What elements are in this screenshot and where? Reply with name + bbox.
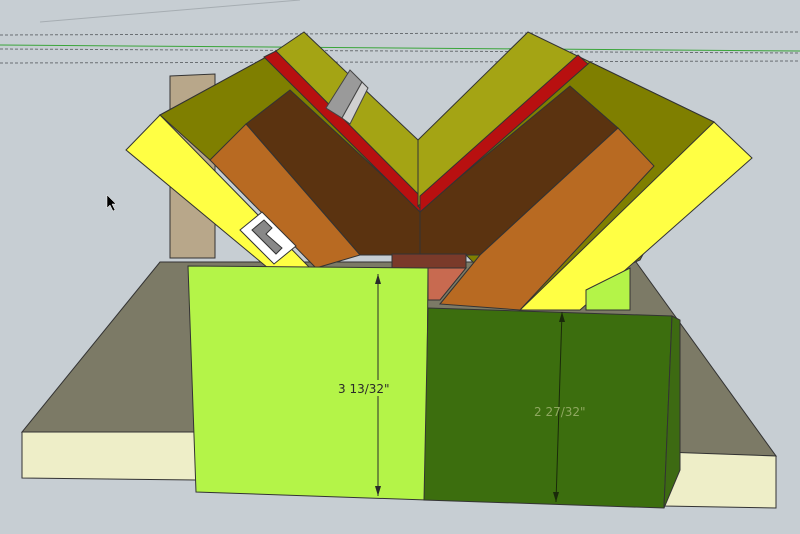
table-front-edge-right: [663, 451, 777, 509]
guide-lines: [0, 0, 800, 64]
table-front-edge: [21, 431, 197, 481]
left-dimension-label: 3 13/32": [338, 382, 390, 396]
lime-panel: 3 13/32": [187, 265, 429, 501]
model-scene: 3 13/32" 2 27/32": [0, 0, 800, 509]
3d-model-viewport[interactable]: 3 13/32" 2 27/32": [0, 0, 800, 534]
green-panel: 2 27/32": [423, 307, 681, 509]
right-dimension-label: 2 27/32": [534, 405, 586, 419]
cursor-arrow-icon: [106, 194, 117, 212]
guide-line-dashed-3: [0, 60, 800, 64]
guide-line-dashed: [0, 31, 800, 36]
guide-line-diagonal: [39, 0, 301, 23]
wedge-top: [391, 253, 467, 269]
